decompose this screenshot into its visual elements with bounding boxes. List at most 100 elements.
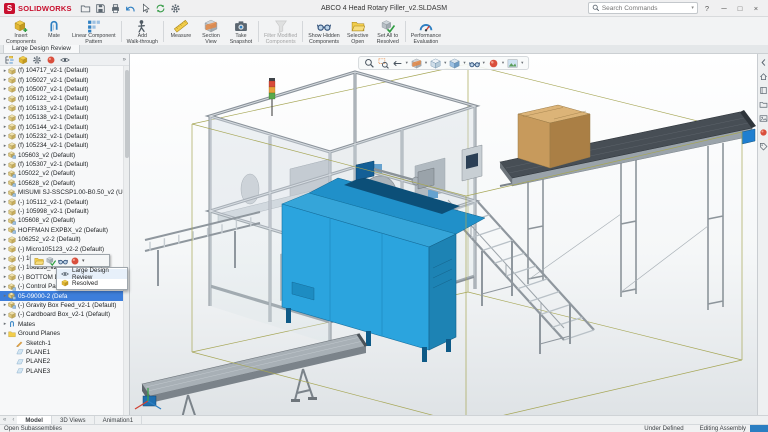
tree-item-label: 105022_v2 (Default): [18, 170, 76, 178]
tree-item[interactable]: PLANE2: [0, 357, 123, 366]
image-icon[interactable]: [759, 114, 768, 123]
search-dropdown-icon[interactable]: ▾: [691, 5, 694, 11]
graphics-area[interactable]: ▾ ▾ ▾ ▾ ▾ ▾ ▾: [130, 54, 757, 415]
ribbon-set-all-to-resolved-button[interactable]: Set All to Resolved: [373, 18, 403, 45]
close-button[interactable]: ×: [748, 2, 764, 15]
help-button[interactable]: ?: [701, 4, 713, 13]
tree-scrollbar[interactable]: [123, 66, 129, 415]
scrollbar-thumb[interactable]: [125, 70, 129, 158]
tree-item[interactable]: ▸ (-) 105112_v2-1 (Default): [0, 197, 123, 206]
section-icon[interactable]: [411, 58, 422, 69]
ribbon-measure-button[interactable]: Measure: [166, 18, 196, 45]
tree-item[interactable]: ▾ Ground Planes: [0, 329, 123, 338]
tree-item[interactable]: ▸ (f) 105007_v2-1 (Default): [0, 85, 123, 94]
tree-item[interactable]: ▸ 105022_v2 (Default): [0, 169, 123, 178]
tab-scroll-icon[interactable]: «: [0, 416, 9, 424]
dropdown-caret-icon[interactable]: ▾: [463, 60, 465, 66]
tree-item[interactable]: ▸ HOFFMAN EXPBX_v2 (Default): [0, 226, 123, 235]
panel-tab-cube[interactable]: [17, 54, 29, 65]
undo-icon[interactable]: [124, 2, 137, 15]
tree-item[interactable]: ▸MISUMI SJ-SSCSP1.00-B0.50_v2 (U-SSCSP13…: [0, 188, 123, 197]
tree-item[interactable]: ▸ (-) Gravity Box Feed_v2-1 (Default): [0, 301, 123, 310]
open-icon[interactable]: [34, 256, 44, 266]
tree-item[interactable]: ▸ (f) 105027_v2-1 (Default): [0, 75, 123, 84]
dropdown-caret-icon[interactable]: ▾: [521, 60, 523, 66]
dropdown-caret-icon[interactable]: ▾: [483, 60, 485, 66]
tree-item[interactable]: ▸ (f) 105144_v2-1 (Default): [0, 122, 123, 131]
prev-view-icon[interactable]: [392, 58, 403, 69]
dropdown-caret-icon[interactable]: ▾: [425, 60, 427, 66]
appearance-icon[interactable]: [759, 128, 768, 137]
scene-icon[interactable]: [507, 58, 518, 69]
minimize-button[interactable]: ─: [716, 2, 732, 15]
ribbon-add-walk-through-button[interactable]: Add Walk-through: [124, 18, 161, 45]
tree-item[interactable]: ▸ 05-09000-2 (Defa: [0, 291, 123, 301]
tree-item[interactable]: ▸ (-) 105998_v2-1 (Default): [0, 207, 123, 216]
home-icon[interactable]: [759, 72, 768, 81]
rebuild-icon[interactable]: [154, 2, 167, 15]
panel-tab-overflow[interactable]: »: [123, 57, 126, 63]
book-icon[interactable]: [759, 86, 768, 95]
ribbon-selective-open-button[interactable]: Selective Open: [343, 18, 373, 45]
tree-item[interactable]: PLANE3: [0, 367, 123, 376]
tag-icon[interactable]: [759, 142, 768, 151]
appearance-icon[interactable]: [70, 256, 80, 266]
command-search[interactable]: ▾: [587, 2, 698, 14]
tree-item[interactable]: ▸ (f) 104717_v2-1 (Default): [0, 66, 123, 75]
appearance-icon[interactable]: [488, 58, 499, 69]
cursor-icon[interactable]: [139, 2, 152, 15]
3d-model-view[interactable]: [130, 54, 757, 415]
tree-item[interactable]: ▸ (f) 105138_v2-1 (Default): [0, 113, 123, 122]
ribbon-performance-evaluation-button[interactable]: Performance Evaluation: [408, 18, 444, 45]
context-toolbar-more-icon[interactable]: ▾: [82, 258, 85, 264]
tree-item[interactable]: ▸ (f) 105133_v2-1 (Default): [0, 104, 123, 113]
tree-item[interactable]: ▸ (f) 105232_v2-1 (Default): [0, 132, 123, 141]
gear-icon[interactable]: [169, 2, 182, 15]
tree-item[interactable]: ▸ (f) 105307_v2-1 (Default): [0, 160, 123, 169]
panel-tab-eye[interactable]: [59, 54, 71, 65]
ribbon-section-view-button[interactable]: Section View: [196, 18, 226, 45]
panel-tab-gear[interactable]: [31, 54, 43, 65]
ribbon-mate-button[interactable]: Mate: [39, 18, 69, 45]
tree-item[interactable]: ▸ Mates: [0, 320, 123, 329]
doc-tab-3d-views[interactable]: 3D Views: [52, 416, 95, 424]
ribbon-take-snapshot-button[interactable]: Take Snapshot: [226, 18, 256, 45]
doc-tab-animation1[interactable]: Animation1: [95, 416, 143, 424]
tree-item[interactable]: ▸ (f) 105234_v2-1 (Default): [0, 141, 123, 150]
tree-item[interactable]: ▸ 105628_v2 (Default): [0, 179, 123, 188]
ribbon-show-hidden-components-button[interactable]: Show Hidden Components: [305, 18, 343, 45]
print-icon[interactable]: [109, 2, 122, 15]
magnifier-icon[interactable]: [364, 58, 375, 69]
search-input[interactable]: [601, 4, 690, 12]
tree-item[interactable]: ▸ (-) Cardboard Box_v2-1 (Default): [0, 310, 123, 319]
dropdown-caret-icon[interactable]: ▾: [502, 60, 504, 66]
orientation-icon[interactable]: [430, 58, 441, 69]
tree-item[interactable]: ▸ 106252_v2-2 (Default): [0, 235, 123, 244]
save-icon[interactable]: [94, 2, 107, 15]
zoom-area-icon[interactable]: [378, 58, 389, 69]
tab-scroll-icon[interactable]: ‹: [9, 416, 17, 424]
tree-item[interactable]: PLANE1: [0, 348, 123, 357]
menu-item-large-design-review[interactable]: Large Design Review: [57, 267, 127, 281]
panel-tab-appearance[interactable]: [45, 54, 57, 65]
task-pane-corner[interactable]: [750, 425, 768, 432]
tree-item[interactable]: ▸ (-) Micro105123_v2-2 (Default): [0, 244, 123, 253]
ribbon-linear-component-pattern-button[interactable]: Linear Component Pattern: [69, 18, 119, 45]
folder-gray-icon[interactable]: [759, 100, 768, 109]
panel-tab-tree-lines[interactable]: [3, 54, 15, 65]
tree-item[interactable]: ▸ 105603_v2 (Default): [0, 151, 123, 160]
chevron-left-icon[interactable]: [759, 58, 768, 67]
display-style-icon[interactable]: [449, 58, 460, 69]
dropdown-caret-icon[interactable]: ▾: [444, 60, 446, 66]
resolved-icon[interactable]: [46, 256, 56, 266]
folder-gray-icon[interactable]: [79, 2, 92, 15]
doc-tab-model[interactable]: Model: [17, 416, 52, 424]
maximize-button[interactable]: □: [732, 2, 748, 15]
tree-item[interactable]: ▸ 105608_v2 (Default): [0, 216, 123, 225]
dropdown-caret-icon[interactable]: ▾: [406, 60, 408, 66]
tree-item[interactable]: Sketch-1: [0, 338, 123, 348]
glasses-icon[interactable]: [468, 58, 480, 69]
ribbon-insert-components-button[interactable]: Insert Components: [3, 18, 39, 45]
tree-item[interactable]: ▸ (f) 105122_v2-1 (Default): [0, 94, 123, 103]
glasses-icon[interactable]: [58, 256, 68, 266]
